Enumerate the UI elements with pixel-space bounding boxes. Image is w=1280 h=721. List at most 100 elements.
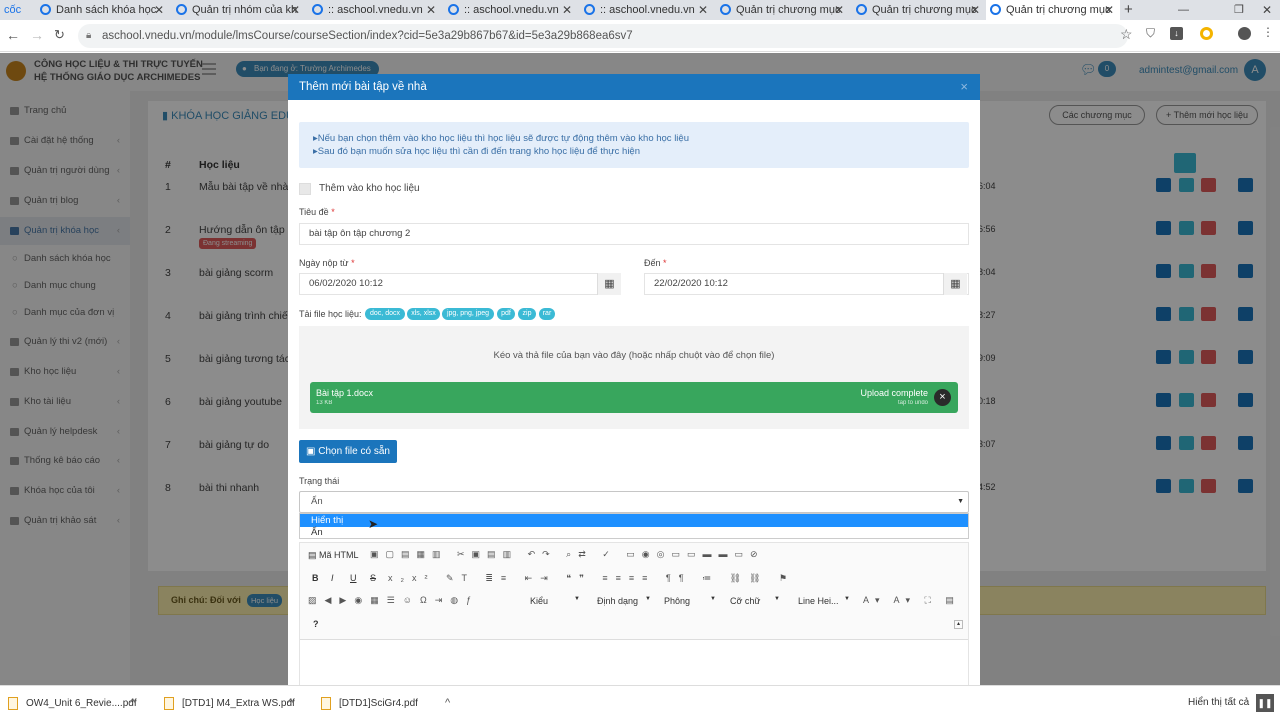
- format-dropdown[interactable]: Định dạng ▼: [597, 596, 651, 606]
- help-icon[interactable]: ?: [313, 619, 319, 629]
- browser-tab-active[interactable]: Quản trị chương mục ✕: [986, 0, 1120, 20]
- calendar-icon[interactable]: ▦: [943, 273, 967, 295]
- to-label-text: Đến: [644, 258, 661, 268]
- profile-icon[interactable]: [1238, 27, 1251, 40]
- download-item[interactable]: [DTD1]SciGr4.pdf ^: [313, 686, 463, 721]
- from-date-label: Ngày nộp từ *: [299, 258, 355, 268]
- close-tab-icon[interactable]: ✕: [290, 0, 300, 20]
- menu-kebab-icon[interactable]: ⋮: [1262, 25, 1274, 39]
- remove-file-icon[interactable]: ×: [934, 389, 951, 406]
- lineheight-dropdown[interactable]: Line Hei... ▼: [798, 596, 850, 606]
- strike-button[interactable]: S: [370, 573, 376, 583]
- close-tab-icon[interactable]: ✕: [562, 0, 572, 20]
- bold-button[interactable]: B: [312, 573, 319, 583]
- toolbar-row-1-icons[interactable]: ▣▢▤▦▥ ✂▣▤▥ ↶↷ ⌕⇄ ✓ ▭◉◎▭▭▬▬▭⊘: [370, 549, 765, 560]
- browser-tab[interactable]: cốc: [0, 0, 36, 20]
- chevron-up-icon[interactable]: ^: [445, 686, 450, 721]
- close-tab-icon[interactable]: ✕: [1104, 0, 1114, 20]
- back-icon[interactable]: ←: [6, 27, 20, 43]
- status-dropdown-list: Hiển thị Ẩn: [299, 513, 969, 539]
- lineheight-dropdown-label: Line Hei...: [798, 596, 839, 606]
- caret-down-icon: ▼: [774, 596, 780, 602]
- source-html-button[interactable]: ▤ Mã HTML: [308, 550, 359, 561]
- close-icon[interactable]: ×: [960, 74, 968, 100]
- browser-tab[interactable]: Quản trị nhóm của kh ✕: [172, 0, 306, 20]
- caret-down-icon: ▼: [645, 596, 651, 602]
- restore-button[interactable]: ❐: [1234, 0, 1244, 20]
- download-item[interactable]: [DTD1] M4_Extra WS.pdf ^: [156, 686, 306, 721]
- pdf-file-icon: [321, 697, 331, 710]
- info-line-2: ▸Sau đó bạn muốn sửa học liệu thì cần đi…: [313, 145, 969, 158]
- chevron-up-icon[interactable]: ^: [288, 686, 293, 721]
- size-dropdown[interactable]: Cỡ chữ ▼: [730, 596, 780, 606]
- to-date-label: Đến *: [644, 258, 667, 268]
- filetype-badge: doc, docx: [365, 308, 405, 320]
- underline-button[interactable]: U: [350, 573, 357, 583]
- required-asterisk: *: [331, 207, 335, 217]
- forward-icon[interactable]: →: [30, 27, 44, 43]
- reload-icon[interactable]: ↻: [54, 27, 65, 43]
- undo-upload-link[interactable]: tap to undo: [898, 400, 928, 406]
- tab-label: cốc: [4, 4, 22, 16]
- source-button-label: Mã HTML: [319, 550, 359, 560]
- collapse-toolbar-icon[interactable]: ▴: [954, 620, 963, 629]
- chevron-up-icon[interactable]: ^: [130, 686, 135, 721]
- status-select[interactable]: Ẩn ▼: [299, 491, 969, 513]
- new-tab-button[interactable]: +: [1124, 0, 1133, 20]
- bookmark-star-icon[interactable]: ☆: [1120, 26, 1133, 43]
- close-tab-icon[interactable]: ✕: [834, 0, 844, 20]
- show-all-downloads-link[interactable]: Hiển thị tất cả: [1188, 697, 1249, 708]
- site-icon: [176, 4, 187, 15]
- style-dropdown[interactable]: Kiểu ▼: [530, 596, 580, 606]
- download-ext-icon[interactable]: ↓: [1170, 27, 1183, 40]
- tab-label: :: aschool.vnedu.vn: [464, 4, 559, 16]
- italic-button[interactable]: I: [331, 573, 334, 583]
- toolbar-row-3-right-icons[interactable]: A▾ A▾ ⛶ ▤: [863, 595, 960, 606]
- choose-existing-file-button[interactable]: ▣ Chọn file có sẵn: [299, 440, 397, 463]
- add-to-store-checkbox[interactable]: [299, 183, 311, 195]
- font-dropdown[interactable]: Phông ▼: [664, 596, 716, 606]
- site-icon: [40, 4, 51, 15]
- close-downloads-icon[interactable]: ❚❚: [1256, 694, 1274, 712]
- browser-tab[interactable]: :: aschool.vnedu.vn ✕: [308, 0, 442, 20]
- pdf-file-icon: [8, 697, 18, 710]
- browser-tab[interactable]: :: aschool.vnedu.vn ✕: [444, 0, 578, 20]
- close-tab-icon[interactable]: ✕: [426, 0, 436, 20]
- site-icon: [856, 4, 867, 15]
- status-option-visible[interactable]: Hiển thị: [300, 514, 968, 527]
- toolbar-row-2-icons[interactable]: x₂x² ✎T ≣≡ ⇤⇥ ❝❞ ≡≡≡≡ ¶¶ ≔ ⛓⛓ ⚑: [388, 573, 795, 584]
- browser-tab[interactable]: Quản trị chương mục ✕: [852, 0, 986, 20]
- add-to-store-label: Thêm vào kho học liệu: [319, 183, 420, 194]
- download-filename: [DTD1] M4_Extra WS.pdf: [182, 698, 295, 709]
- close-tab-icon[interactable]: ✕: [970, 0, 980, 20]
- window-close-button[interactable]: ✕: [1262, 0, 1272, 20]
- choose-button-label: Chọn file có sẵn: [318, 446, 390, 457]
- extension-icon[interactable]: [1200, 27, 1213, 40]
- browser-tab[interactable]: :: aschool.vnedu.vn ✕: [580, 0, 714, 20]
- close-tab-icon[interactable]: ✕: [154, 0, 164, 20]
- from-date-input[interactable]: 06/02/2020 10:12: [299, 273, 621, 295]
- url-text: aschool.vnedu.vn/module/lmsCourse/course…: [102, 30, 633, 42]
- browser-tab[interactable]: Quản trị chương mục ✕: [716, 0, 850, 20]
- close-tab-icon[interactable]: ✕: [698, 0, 708, 20]
- minimize-button[interactable]: —: [1178, 0, 1189, 20]
- download-item[interactable]: OW4_Unit 6_Revie....pdf ^: [0, 686, 150, 721]
- info-alert: ▸Nếu bạn chọn thêm vào kho học liệu thì …: [299, 122, 969, 168]
- to-date-input[interactable]: 22/02/2020 10:12: [644, 273, 969, 295]
- download-filename: OW4_Unit 6_Revie....pdf: [26, 698, 137, 709]
- lock-icon: 🔒︎: [86, 30, 92, 41]
- calendar-icon[interactable]: ▦: [597, 273, 621, 295]
- add-homework-modal: Thêm mới bài tập về nhà × ▸Nếu bạn chọn …: [288, 74, 980, 685]
- shield-icon[interactable]: ⛉: [1146, 26, 1155, 41]
- toolbar-row-3-icons[interactable]: ▨◀▶◉▦☰☺Ω⇥◍ƒ: [308, 595, 479, 606]
- status-option-hidden[interactable]: Ẩn: [300, 527, 968, 539]
- file-dropzone[interactable]: Kéo và thả file của bạn vào đây (hoặc nh…: [299, 326, 969, 429]
- site-icon: [990, 4, 1001, 15]
- status-label: Trạng thái: [299, 476, 340, 486]
- browser-tab[interactable]: Danh sách khóa học ✕: [36, 0, 170, 20]
- upload-label: Tải file học liệu:: [299, 309, 362, 319]
- editor-content-area[interactable]: [300, 639, 968, 685]
- url-bar[interactable]: 🔒︎ aschool.vnedu.vn/module/lmsCourse/cou…: [78, 24, 1128, 48]
- title-input[interactable]: bài tập ôn tập chương 2: [299, 223, 969, 245]
- filetype-badge: rar: [539, 308, 555, 320]
